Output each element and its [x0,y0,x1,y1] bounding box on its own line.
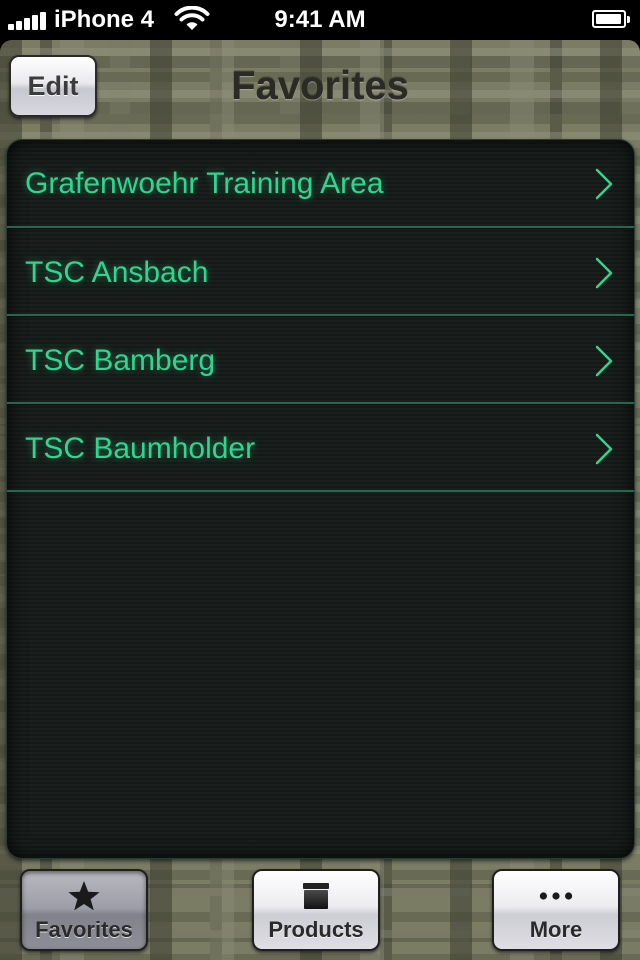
chevron-right-icon [595,168,613,200]
battery-level [596,14,621,24]
status-time: 9:41 AM [274,6,366,33]
star-icon [66,879,102,913]
tab-favorites[interactable]: Favorites [20,869,148,951]
list-item[interactable]: TSC Bamberg [7,316,634,404]
tab-products[interactable]: Products [252,869,380,951]
phone-screen: iPhone 4 9:41 AM Edit Favorites Grafenwo… [0,0,640,960]
tab-label: More [529,917,583,942]
list-item[interactable]: Grafenwoehr Training Area [7,140,634,228]
tab-label: Products [268,917,364,942]
more-dots-icon [538,879,574,913]
page-title: Favorites [231,64,409,108]
chevron-right-icon [595,345,613,377]
list-item[interactable]: TSC Baumholder [7,404,634,492]
list-item-label: TSC Baumholder [25,432,256,465]
app-container: Edit Favorites Grafenwoehr Training Area… [0,40,640,960]
status-bar: iPhone 4 9:41 AM [0,0,640,40]
chevron-right-icon [595,433,613,465]
box-icon [298,879,334,913]
edit-button[interactable]: Edit [9,55,97,117]
list-item[interactable]: TSC Ansbach [7,228,634,316]
favorites-list: Grafenwoehr Training Area TSC Ansbach TS… [6,139,635,859]
chevron-right-icon [595,257,613,289]
tab-more[interactable]: More [492,869,620,951]
tab-label: Favorites [35,917,133,942]
list-item-label: TSC Ansbach [25,256,209,289]
navigation-bar: Edit Favorites [0,40,640,130]
tab-bar: Favorites Products More [0,866,640,960]
edit-button-label: Edit [27,70,79,101]
list-item-label: Grafenwoehr Training Area [25,167,384,200]
list-item-label: TSC Bamberg [25,344,216,377]
battery-icon [592,10,630,28]
